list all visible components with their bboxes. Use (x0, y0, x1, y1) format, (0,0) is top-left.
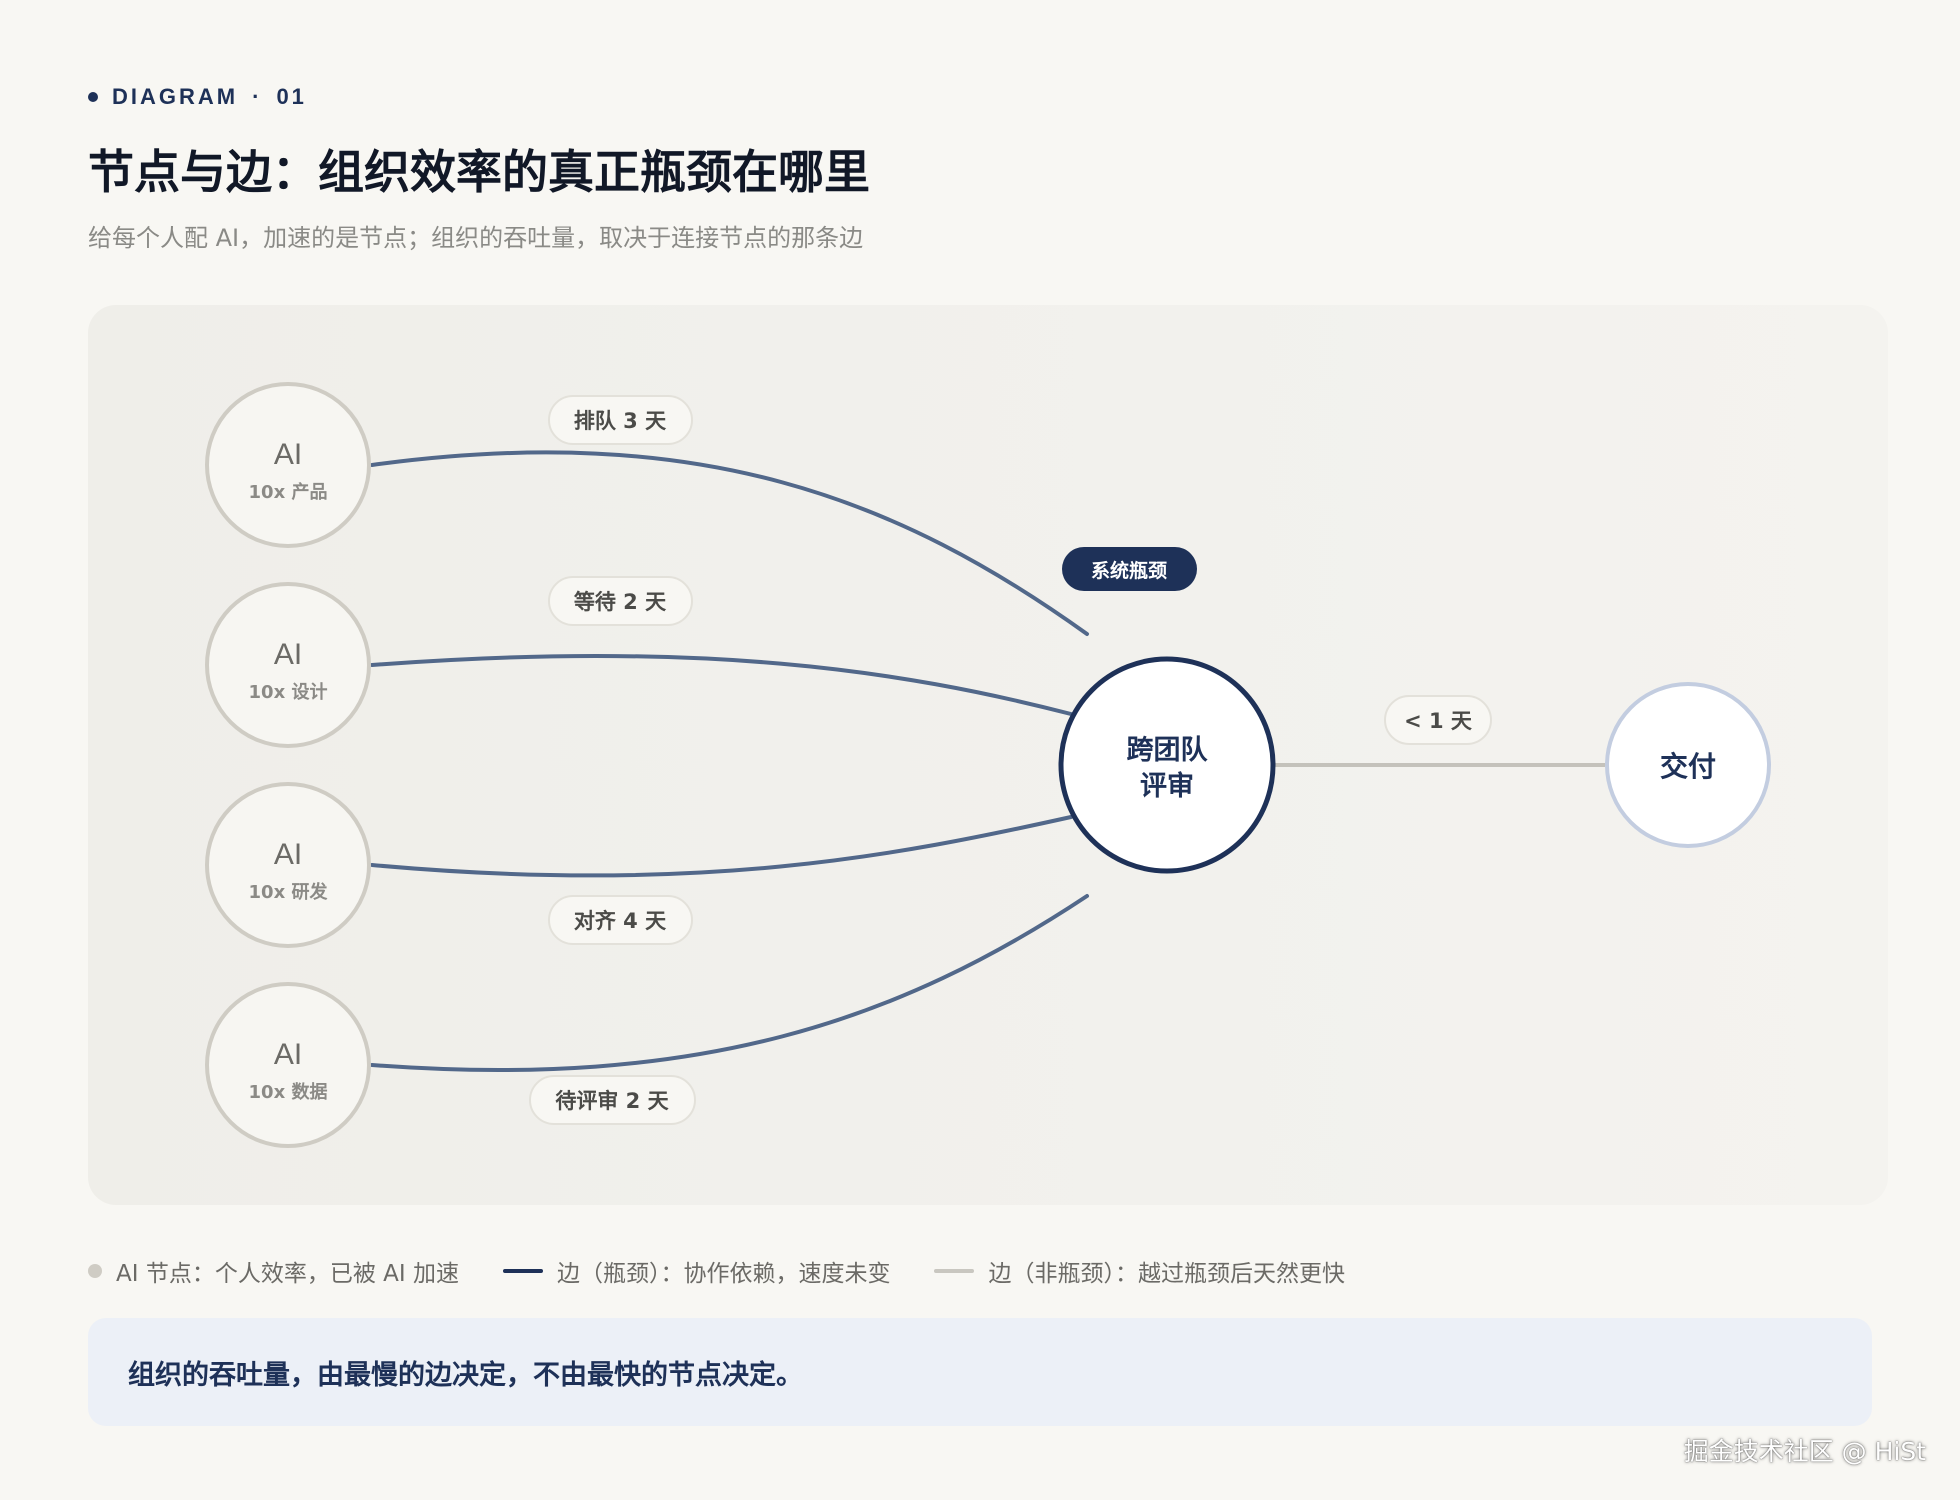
legend-item-ai-node: AI 节点：个人效率，已被 AI 加速 (88, 1254, 459, 1288)
svg-text:对齐 4 天: 对齐 4 天 (574, 909, 667, 933)
legend-item-bottleneck-edge: 边（瓶颈）：协作依赖，速度未变 (502, 1254, 891, 1288)
callout-text: 组织的吞吐量，由最慢的边决定，不由最快的节点决定。 (128, 1359, 803, 1391)
legend-bottleneck-label: 边（瓶颈）：协作依赖，速度未变 (556, 1261, 891, 1287)
ai-node-title: AI (274, 1038, 302, 1071)
edge-label-wait: 等待 2 天 (548, 576, 693, 626)
ai-node-title: AI (274, 438, 302, 471)
legend-fast-edge-swatch (934, 1269, 975, 1273)
bottleneck-badge: 系统瓶颈 (1062, 547, 1197, 591)
ai-node-product: AI 10x 产品 (205, 382, 371, 548)
legend: AI 节点：个人效率，已被 AI 加速 边（瓶颈）：协作依赖，速度未变 边（非瓶… (88, 1254, 1345, 1288)
legend-ai-node-swatch (88, 1264, 102, 1278)
svg-text:交付: 交付 (1660, 750, 1716, 783)
svg-text:排队 3 天: 排队 3 天 (574, 409, 667, 433)
hub-node-cross-team-review: 跨团队 评审 (1058, 656, 1276, 874)
legend-bottleneck-swatch (502, 1269, 543, 1273)
legend-ai-node-label: AI 节点：个人效率，已被 AI 加速 (116, 1261, 459, 1287)
watermark: 掘金技术社区 @ HiSt (1683, 1437, 1926, 1466)
ai-node-subtitle: 10x 设计 (249, 681, 328, 703)
edge-design-to-review (370, 653, 1073, 716)
svg-text:待评审 2 天: 待评审 2 天 (555, 1089, 669, 1113)
edge-data-to-review (370, 894, 1089, 1073)
hub-label-line2: 评审 (1140, 770, 1194, 802)
ai-node-title: AI (274, 638, 302, 671)
legend-item-fast-edge: 边（非瓶颈）：越过瓶颈后天然更快 (934, 1254, 1345, 1288)
svg-text:< 1 天: < 1 天 (1404, 709, 1473, 733)
ai-node-title: AI (274, 838, 302, 871)
edge-label-align: 对齐 4 天 (548, 895, 693, 945)
destination-node-delivery: 交付 (1605, 682, 1771, 848)
edge-label-pending-review: 待评审 2 天 (529, 1075, 696, 1125)
ai-node-design: AI 10x 设计 (205, 582, 371, 748)
edge-research-to-review (370, 815, 1073, 878)
edge-label-queue: 排队 3 天 (548, 395, 693, 445)
svg-text:系统瓶颈: 系统瓶颈 (1091, 559, 1167, 582)
ai-node-subtitle: 10x 数据 (249, 1081, 328, 1103)
key-takeaway-callout: 组织的吞吐量，由最慢的边决定，不由最快的节点决定。 (88, 1318, 1872, 1426)
edge-product-to-review (370, 450, 1089, 636)
ai-node-subtitle: 10x 产品 (249, 481, 328, 503)
ai-node-research: AI 10x 研发 (205, 782, 371, 948)
legend-fast-edge-label: 边（非瓶颈）：越过瓶颈后天然更快 (988, 1261, 1345, 1287)
edge-label-output: < 1 天 (1384, 695, 1492, 745)
ai-node-subtitle: 10x 研发 (249, 881, 329, 903)
hub-label-line1: 跨团队 (1127, 735, 1209, 766)
ai-node-data: AI 10x 数据 (205, 982, 371, 1148)
svg-text:等待 2 天: 等待 2 天 (574, 590, 667, 614)
